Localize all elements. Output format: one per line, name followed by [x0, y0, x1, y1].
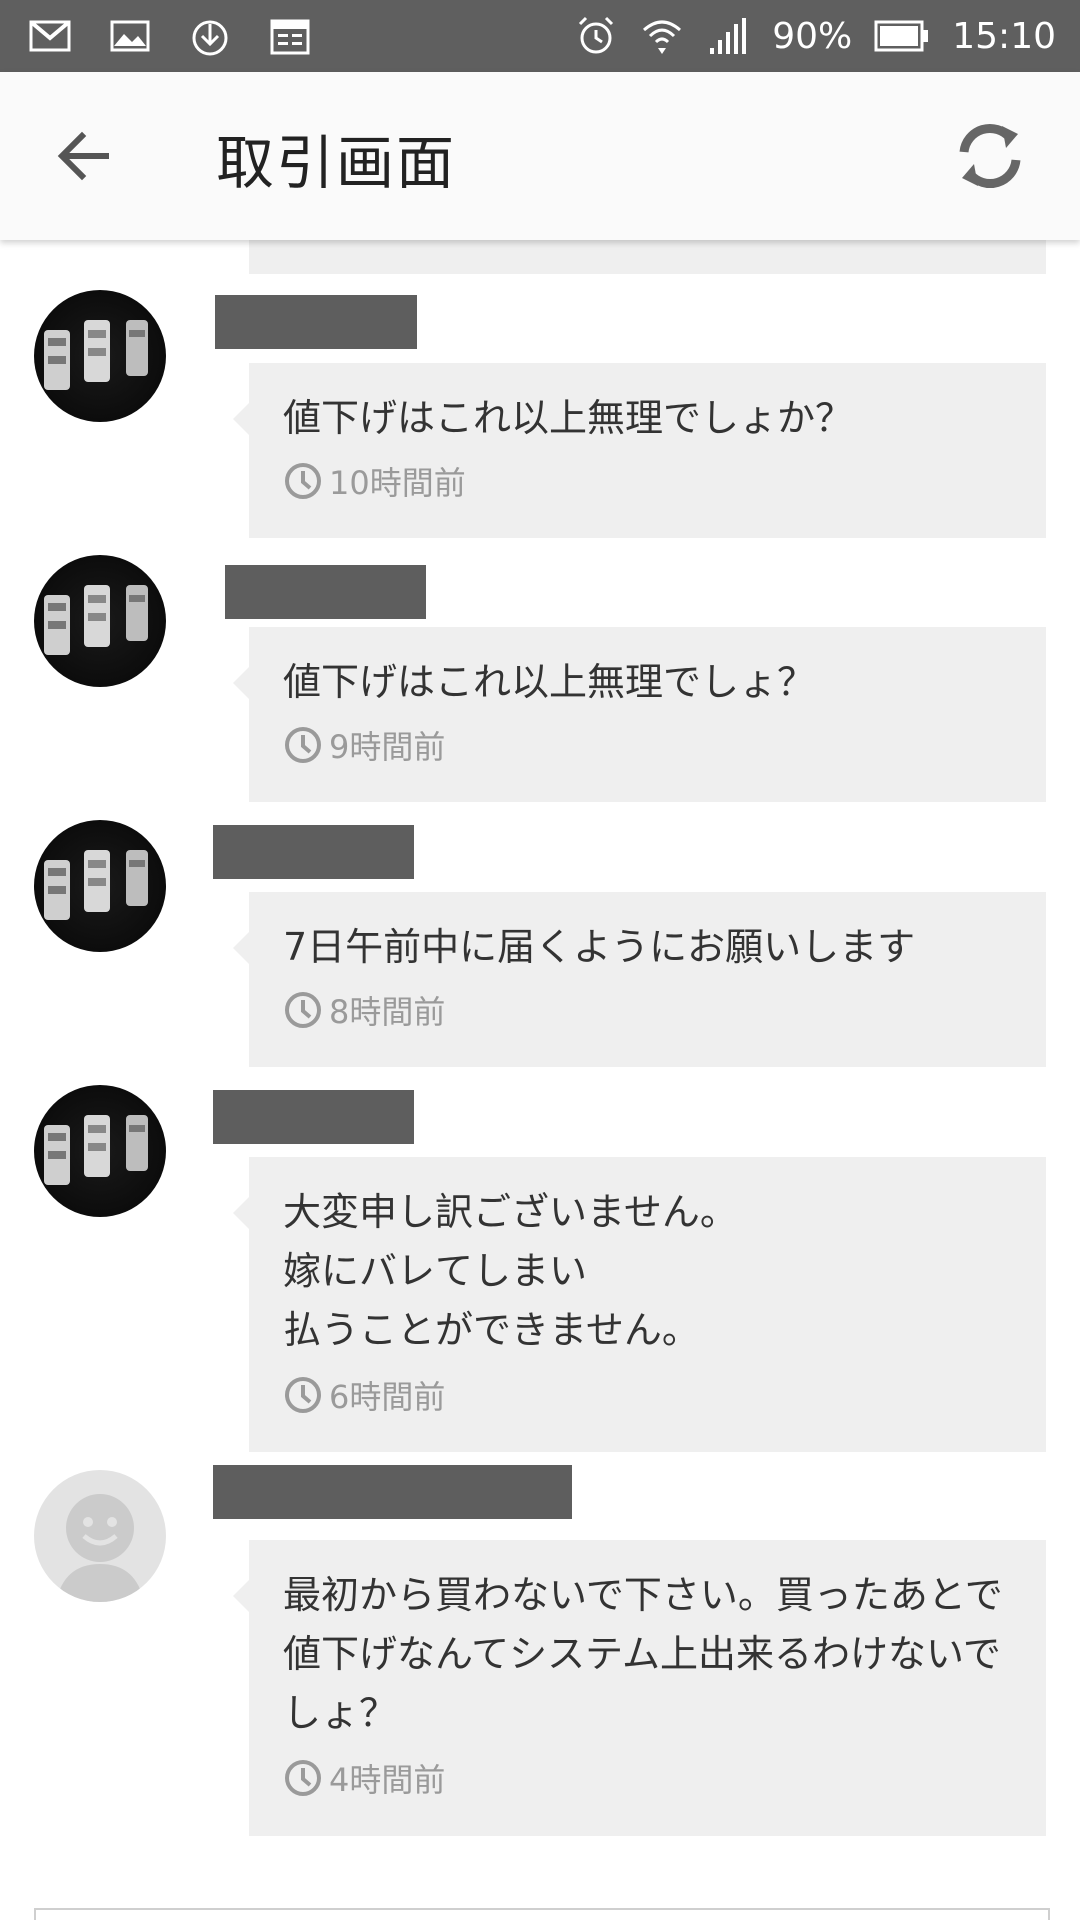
download-icon	[192, 20, 228, 56]
battery-icon	[874, 20, 929, 52]
app-bar: 取引画面	[0, 72, 1080, 240]
message-list[interactable]: 値下げはこれ以上無理でしょか？ 10時間前 値下げはこれ以上無理でしょ？ 9時間…	[0, 240, 1080, 1920]
clock-icon	[285, 992, 321, 1028]
alarm-icon	[579, 16, 614, 54]
avatar[interactable]	[34, 820, 166, 952]
avatar[interactable]	[34, 1085, 166, 1217]
notification-icons	[28, 14, 312, 58]
product-photo-icon	[44, 585, 148, 655]
message-text: 値下げはこれ以上無理でしょか？	[283, 396, 854, 440]
timestamp-label: 6時間前	[329, 1378, 446, 1416]
timestamp-label: 8時間前	[329, 993, 446, 1031]
wifi-icon	[643, 20, 682, 54]
clock-icon	[285, 463, 321, 499]
product-photo-icon	[44, 850, 148, 920]
avatar[interactable]	[34, 1470, 166, 1602]
previous-message-bubble	[249, 240, 1046, 274]
username-redacted	[213, 825, 414, 879]
message-timestamp: 8時間前	[283, 987, 445, 1033]
signal-icon	[710, 18, 747, 54]
default-user-icon	[56, 1494, 144, 1602]
timestamp-label: 9時間前	[329, 728, 446, 766]
refresh-icon[interactable]	[950, 116, 1030, 196]
message-bubble: 値下げはこれ以上無理でしょ？ 9時間前	[233, 627, 1046, 802]
page-title: 取引画面	[216, 129, 457, 197]
message-bubble: 値下げはこれ以上無理でしょか？ 10時間前	[233, 363, 1046, 538]
gmail-icon	[29, 20, 71, 52]
timestamp-label: 4時間前	[329, 1761, 446, 1799]
status-bar: 90% 15:10	[0, 0, 1080, 72]
arrow-left-icon[interactable]	[50, 122, 118, 190]
gallery-icon	[110, 20, 150, 52]
message-timestamp: 9時間前	[283, 722, 445, 768]
username-redacted	[215, 295, 417, 349]
message-text: 大変申し訳ございません。 嫁にバレてしまい 払うことができません。	[283, 1190, 738, 1352]
clock-icon	[285, 1377, 321, 1413]
message-text: 値下げはこれ以上無理でしょ？	[283, 660, 816, 704]
message-timestamp: 6時間前	[283, 1372, 445, 1418]
timestamp-label: 10時間前	[329, 464, 466, 502]
clock-icon	[285, 1760, 321, 1796]
avatar[interactable]	[34, 290, 166, 422]
username-redacted	[225, 565, 426, 619]
clock-time: 15:10	[952, 15, 1056, 57]
message-bubble: 大変申し訳ございません。 嫁にバレてしまい 払うことができません。 6時間前	[233, 1157, 1046, 1452]
message-text: 7日午前中に届くようにお願いします	[283, 925, 916, 969]
battery-percent: 90%	[772, 15, 853, 57]
username-redacted	[213, 1465, 572, 1519]
message-text: 最初から買わないで下さい。買ったあとで値下げなんてシステム上出来るわけないでしょ…	[283, 1573, 1003, 1735]
clock-icon	[285, 727, 321, 763]
message-bubble: 最初から買わないで下さい。買ったあとで値下げなんてシステム上出来るわけないでしょ…	[233, 1540, 1046, 1836]
message-input-box[interactable]	[34, 1908, 1050, 1920]
product-photo-icon	[44, 320, 148, 390]
system-icons: 90% 15:10	[574, 0, 1056, 72]
avatar[interactable]	[34, 555, 166, 687]
product-photo-icon	[44, 1115, 148, 1185]
calendar-icon	[270, 19, 310, 55]
message-bubble: 7日午前中に届くようにお願いします 8時間前	[233, 892, 1046, 1067]
message-timestamp: 4時間前	[283, 1755, 445, 1801]
message-timestamp: 10時間前	[283, 458, 466, 504]
username-redacted	[213, 1090, 414, 1144]
